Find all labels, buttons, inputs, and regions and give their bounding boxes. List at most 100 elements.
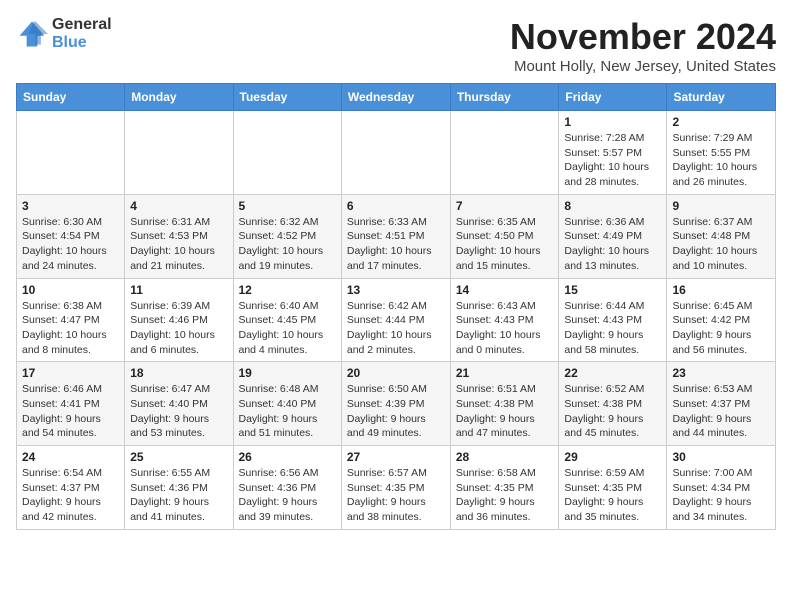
calendar-header-row: SundayMondayTuesdayWednesdayThursdayFrid…	[17, 84, 776, 111]
logo-blue: Blue	[52, 34, 112, 52]
day-number: 29	[564, 450, 661, 464]
calendar-cell: 19 Sunrise: 6:48 AM Sunset: 4:40 PM Dayli…	[233, 362, 341, 446]
day-info: Sunrise: 6:54 AM Sunset: 4:37 PM Dayligh…	[22, 466, 119, 525]
weekday-header: Tuesday	[233, 84, 341, 111]
day-info: Sunrise: 6:42 AM Sunset: 4:44 PM Dayligh…	[347, 299, 445, 358]
calendar-cell: 1 Sunrise: 7:28 AM Sunset: 5:57 PM Daylig…	[559, 111, 667, 195]
calendar: SundayMondayTuesdayWednesdayThursdayFrid…	[16, 83, 776, 530]
calendar-cell: 13 Sunrise: 6:42 AM Sunset: 4:44 PM Dayli…	[341, 278, 450, 362]
calendar-cell: 18 Sunrise: 6:47 AM Sunset: 4:40 PM Dayli…	[125, 362, 233, 446]
calendar-week-row: 1 Sunrise: 7:28 AM Sunset: 5:57 PM Daylig…	[17, 111, 776, 195]
logo-general: General	[52, 16, 112, 34]
day-number: 11	[130, 283, 227, 297]
day-number: 30	[672, 450, 770, 464]
calendar-cell: 28 Sunrise: 6:58 AM Sunset: 4:35 PM Dayli…	[450, 446, 559, 530]
weekday-header: Monday	[125, 84, 233, 111]
day-number: 18	[130, 366, 227, 380]
day-number: 19	[239, 366, 336, 380]
location: Mount Holly, New Jersey, United States	[510, 58, 776, 75]
calendar-cell	[450, 111, 559, 195]
day-info: Sunrise: 6:52 AM Sunset: 4:38 PM Dayligh…	[564, 382, 661, 441]
day-number: 3	[22, 199, 119, 213]
logo-text: General Blue	[52, 16, 112, 51]
day-number: 2	[672, 115, 770, 129]
calendar-cell: 16Sunrise: 6:45 AM Sunset: 4:42 PM Dayli…	[667, 278, 776, 362]
day-info: Sunrise: 6:40 AM Sunset: 4:45 PM Dayligh…	[239, 299, 336, 358]
calendar-cell: 4 Sunrise: 6:31 AM Sunset: 4:53 PM Daylig…	[125, 194, 233, 278]
calendar-week-row: 10 Sunrise: 6:38 AM Sunset: 4:47 PM Dayli…	[17, 278, 776, 362]
day-number: 24	[22, 450, 119, 464]
day-number: 10	[22, 283, 119, 297]
calendar-week-row: 24 Sunrise: 6:54 AM Sunset: 4:37 PM Dayli…	[17, 446, 776, 530]
day-number: 13	[347, 283, 445, 297]
calendar-cell	[233, 111, 341, 195]
day-number: 25	[130, 450, 227, 464]
day-number: 28	[456, 450, 554, 464]
calendar-cell: 29 Sunrise: 6:59 AM Sunset: 4:35 PM Dayli…	[559, 446, 667, 530]
calendar-cell: 24 Sunrise: 6:54 AM Sunset: 4:37 PM Dayli…	[17, 446, 125, 530]
calendar-week-row: 17Sunrise: 6:46 AM Sunset: 4:41 PM Dayli…	[17, 362, 776, 446]
day-info: Sunrise: 6:55 AM Sunset: 4:36 PM Dayligh…	[130, 466, 227, 525]
day-info: Sunrise: 6:35 AM Sunset: 4:50 PM Dayligh…	[456, 215, 554, 274]
day-info: Sunrise: 6:50 AM Sunset: 4:39 PM Dayligh…	[347, 382, 445, 441]
weekday-header: Wednesday	[341, 84, 450, 111]
day-info: Sunrise: 6:46 AM Sunset: 4:41 PM Dayligh…	[22, 382, 119, 441]
calendar-cell: 12 Sunrise: 6:40 AM Sunset: 4:45 PM Dayli…	[233, 278, 341, 362]
day-info: Sunrise: 7:28 AM Sunset: 5:57 PM Dayligh…	[564, 131, 661, 190]
calendar-week-row: 3 Sunrise: 6:30 AM Sunset: 4:54 PM Daylig…	[17, 194, 776, 278]
day-number: 26	[239, 450, 336, 464]
calendar-cell: 3 Sunrise: 6:30 AM Sunset: 4:54 PM Daylig…	[17, 194, 125, 278]
day-info: Sunrise: 6:38 AM Sunset: 4:47 PM Dayligh…	[22, 299, 119, 358]
calendar-cell: 15 Sunrise: 6:44 AM Sunset: 4:43 PM Dayli…	[559, 278, 667, 362]
day-number: 5	[239, 199, 336, 213]
day-info: Sunrise: 6:39 AM Sunset: 4:46 PM Dayligh…	[130, 299, 227, 358]
calendar-cell: 9Sunrise: 6:37 AM Sunset: 4:48 PM Daylig…	[667, 194, 776, 278]
day-info: Sunrise: 6:53 AM Sunset: 4:37 PM Dayligh…	[672, 382, 770, 441]
day-info: Sunrise: 6:37 AM Sunset: 4:48 PM Dayligh…	[672, 215, 770, 274]
day-info: Sunrise: 6:57 AM Sunset: 4:35 PM Dayligh…	[347, 466, 445, 525]
day-info: Sunrise: 6:59 AM Sunset: 4:35 PM Dayligh…	[564, 466, 661, 525]
calendar-cell: 20 Sunrise: 6:50 AM Sunset: 4:39 PM Dayli…	[341, 362, 450, 446]
day-number: 20	[347, 366, 445, 380]
day-info: Sunrise: 6:58 AM Sunset: 4:35 PM Dayligh…	[456, 466, 554, 525]
calendar-cell: 25 Sunrise: 6:55 AM Sunset: 4:36 PM Dayli…	[125, 446, 233, 530]
calendar-cell: 6 Sunrise: 6:33 AM Sunset: 4:51 PM Daylig…	[341, 194, 450, 278]
day-info: Sunrise: 6:32 AM Sunset: 4:52 PM Dayligh…	[239, 215, 336, 274]
logo: General Blue	[16, 16, 112, 51]
day-number: 4	[130, 199, 227, 213]
day-info: Sunrise: 6:48 AM Sunset: 4:40 PM Dayligh…	[239, 382, 336, 441]
day-info: Sunrise: 6:30 AM Sunset: 4:54 PM Dayligh…	[22, 215, 119, 274]
calendar-cell: 23Sunrise: 6:53 AM Sunset: 4:37 PM Dayli…	[667, 362, 776, 446]
day-number: 1	[564, 115, 661, 129]
day-info: Sunrise: 6:44 AM Sunset: 4:43 PM Dayligh…	[564, 299, 661, 358]
day-number: 14	[456, 283, 554, 297]
weekday-header: Sunday	[17, 84, 125, 111]
day-info: Sunrise: 6:43 AM Sunset: 4:43 PM Dayligh…	[456, 299, 554, 358]
page-header: General Blue November 2024 Mount Holly, …	[16, 16, 776, 75]
day-number: 15	[564, 283, 661, 297]
month-title: November 2024	[510, 16, 776, 58]
calendar-cell: 21Sunrise: 6:51 AM Sunset: 4:38 PM Dayli…	[450, 362, 559, 446]
day-info: Sunrise: 6:56 AM Sunset: 4:36 PM Dayligh…	[239, 466, 336, 525]
day-info: Sunrise: 6:51 AM Sunset: 4:38 PM Dayligh…	[456, 382, 554, 441]
calendar-cell: 10 Sunrise: 6:38 AM Sunset: 4:47 PM Dayli…	[17, 278, 125, 362]
day-number: 8	[564, 199, 661, 213]
day-info: Sunrise: 7:29 AM Sunset: 5:55 PM Dayligh…	[672, 131, 770, 190]
day-info: Sunrise: 6:45 AM Sunset: 4:42 PM Dayligh…	[672, 299, 770, 358]
calendar-cell: 14 Sunrise: 6:43 AM Sunset: 4:43 PM Dayli…	[450, 278, 559, 362]
day-info: Sunrise: 6:33 AM Sunset: 4:51 PM Dayligh…	[347, 215, 445, 274]
calendar-cell: 27Sunrise: 6:57 AM Sunset: 4:35 PM Dayli…	[341, 446, 450, 530]
logo-icon	[16, 18, 48, 50]
calendar-cell: 8 Sunrise: 6:36 AM Sunset: 4:49 PM Daylig…	[559, 194, 667, 278]
day-number: 12	[239, 283, 336, 297]
day-info: Sunrise: 6:31 AM Sunset: 4:53 PM Dayligh…	[130, 215, 227, 274]
title-section: November 2024 Mount Holly, New Jersey, U…	[510, 16, 776, 75]
weekday-header: Friday	[559, 84, 667, 111]
calendar-cell	[17, 111, 125, 195]
day-info: Sunrise: 6:36 AM Sunset: 4:49 PM Dayligh…	[564, 215, 661, 274]
day-info: Sunrise: 6:47 AM Sunset: 4:40 PM Dayligh…	[130, 382, 227, 441]
day-number: 6	[347, 199, 445, 213]
calendar-cell: 5 Sunrise: 6:32 AM Sunset: 4:52 PM Daylig…	[233, 194, 341, 278]
calendar-cell: 11 Sunrise: 6:39 AM Sunset: 4:46 PM Dayli…	[125, 278, 233, 362]
calendar-cell	[125, 111, 233, 195]
